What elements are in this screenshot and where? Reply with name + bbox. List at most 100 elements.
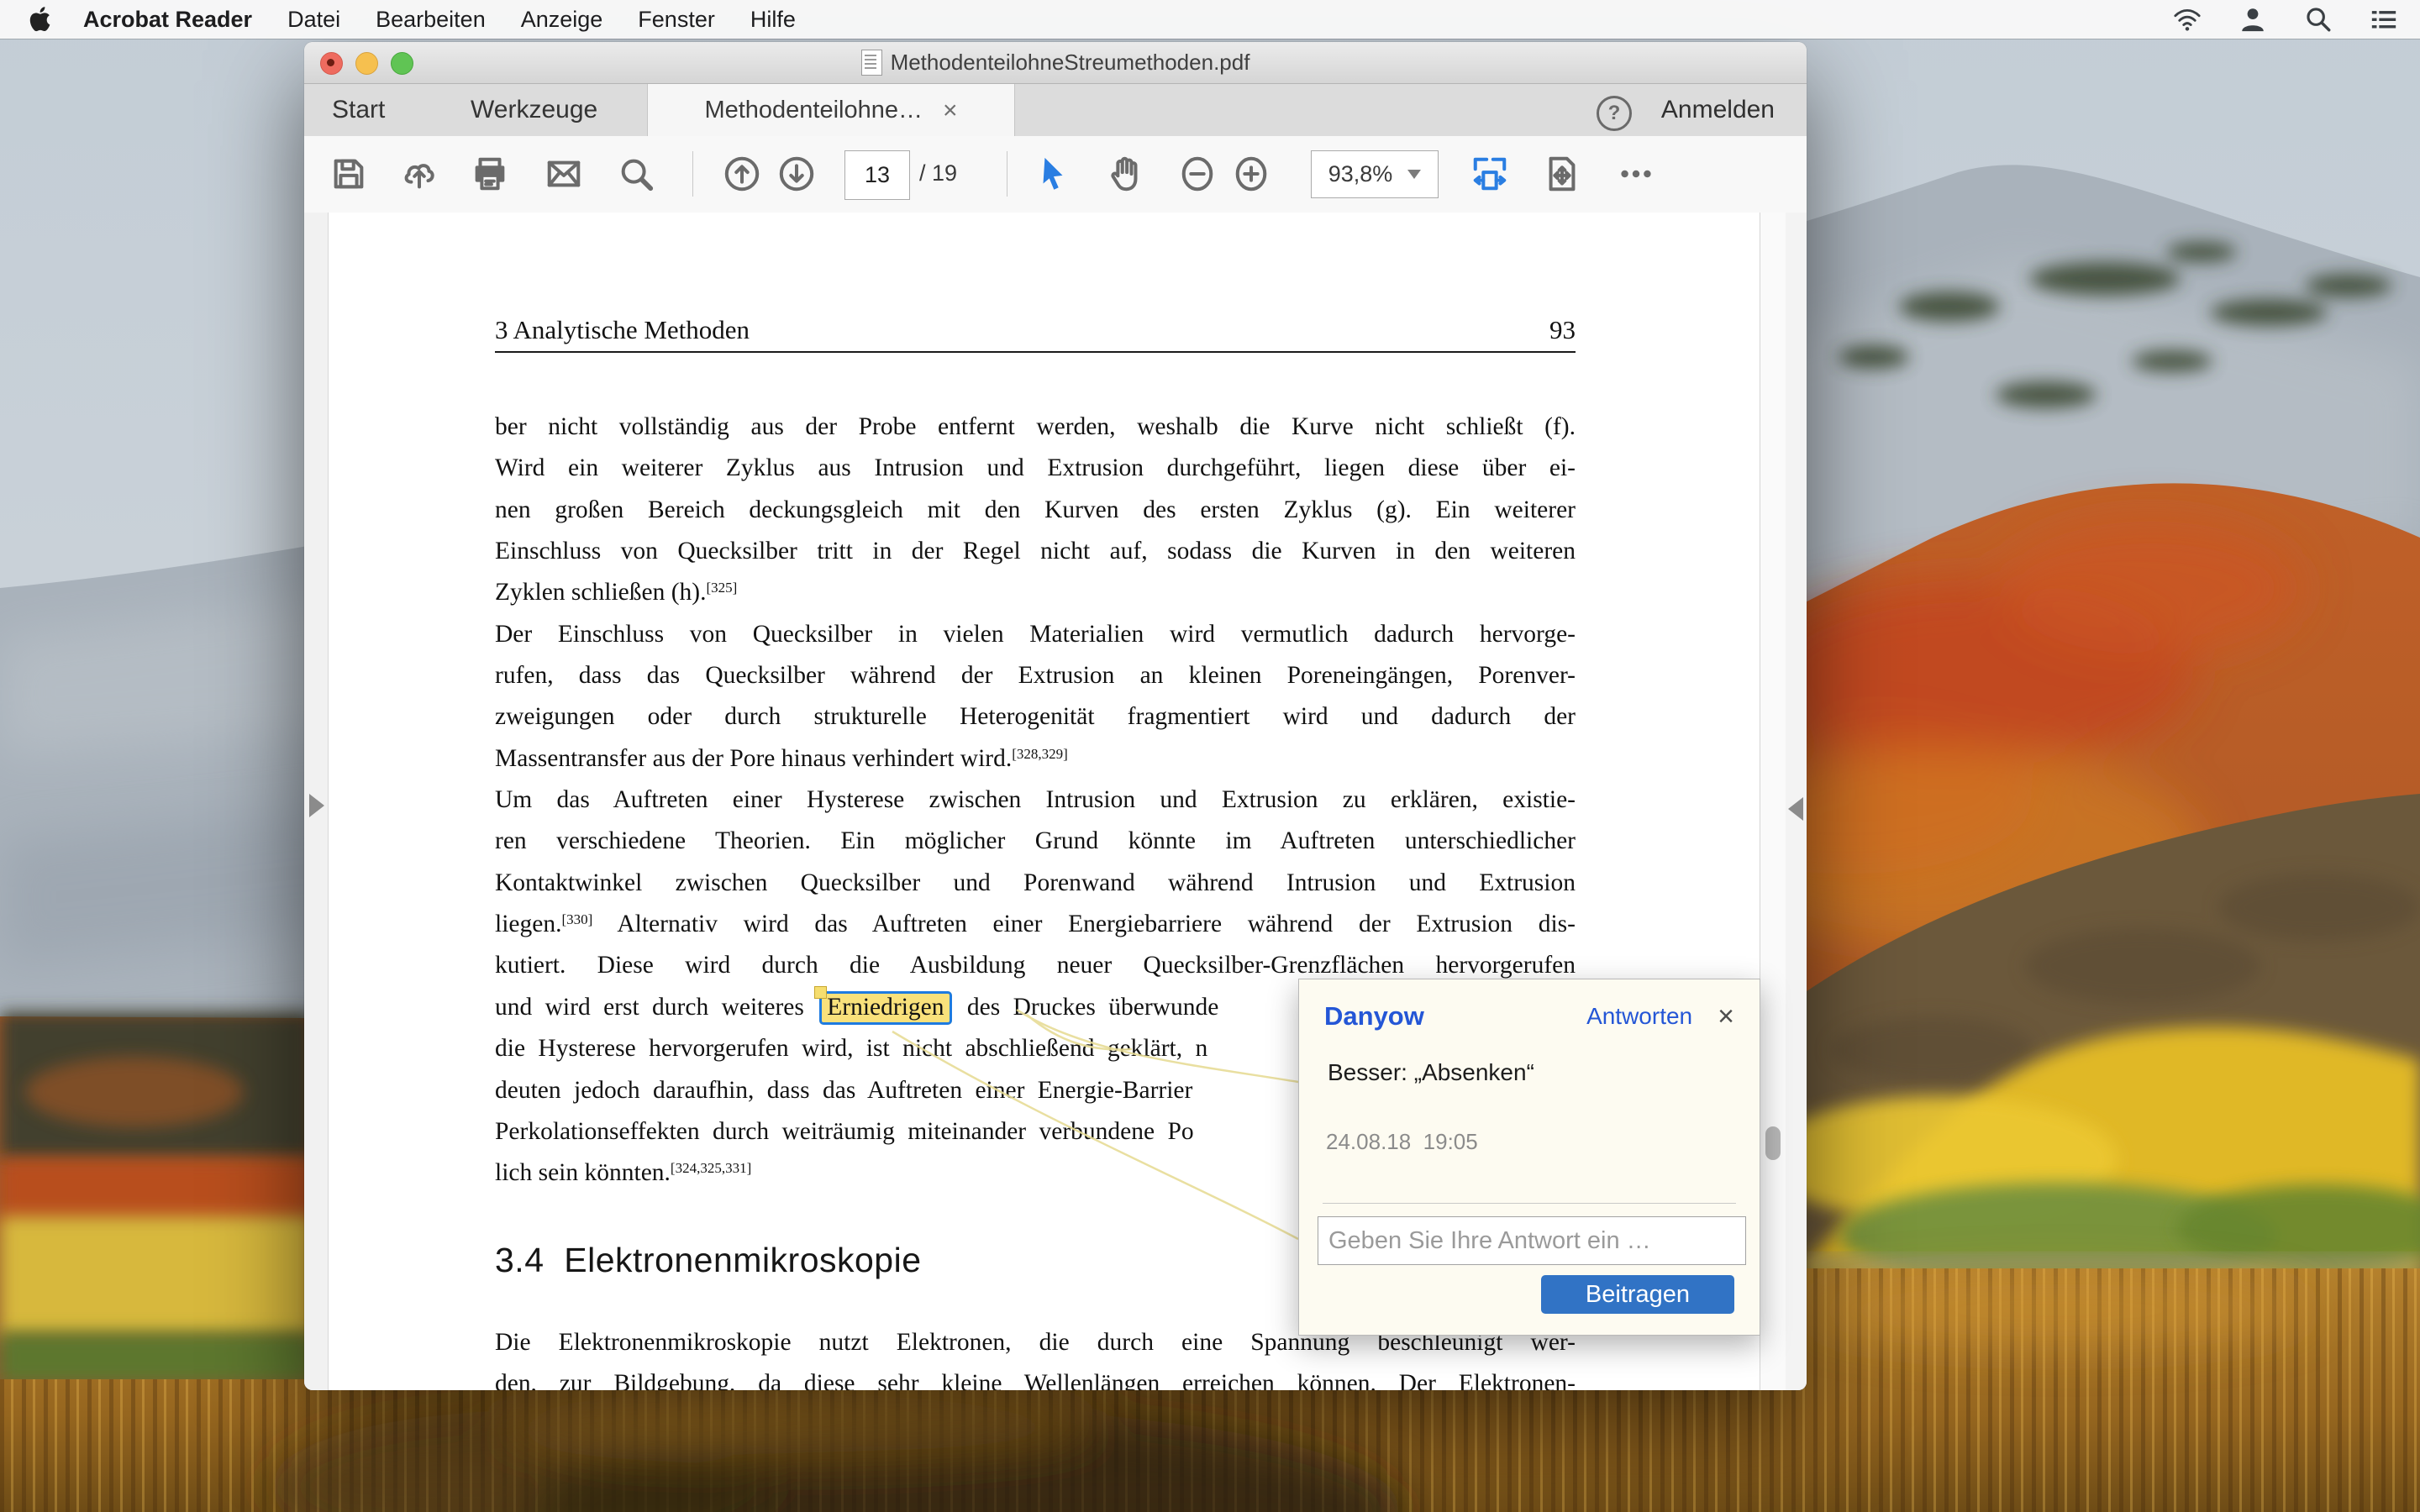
search-icon[interactable] xyxy=(2304,5,2333,34)
ellipsis-icon xyxy=(1617,155,1655,193)
zoom-level-dropdown[interactable]: 93,8% xyxy=(1311,150,1439,198)
section-heading: 3.4 Elektronenmikroskopie xyxy=(495,1241,922,1280)
previous-page-button[interactable] xyxy=(718,150,766,198)
document-text-line: nen großen Bereich deckungsgleich mit de… xyxy=(495,490,1576,531)
menu-bar: Acrobat Reader Datei Bearbeiten Anzeige … xyxy=(0,0,2420,39)
acrobat-window: MethodenteilohneStreumethoden.pdf Start … xyxy=(304,42,1807,1390)
menu-anzeige[interactable]: Anzeige xyxy=(503,7,621,33)
minus-circle-icon xyxy=(1178,155,1217,193)
tab-start[interactable]: Start xyxy=(332,84,385,136)
citation-reference: [325] xyxy=(707,580,738,596)
more-tools-button[interactable] xyxy=(1612,150,1660,198)
cursor-arrow-icon xyxy=(1034,155,1072,193)
select-tool-button[interactable] xyxy=(1028,150,1077,198)
page-number-header: 93 xyxy=(1549,315,1576,345)
document-text-line: Zyklen schließen (h).[325] xyxy=(495,572,1576,613)
reply-link[interactable]: Antworten xyxy=(1586,1003,1692,1030)
hand-icon xyxy=(1106,155,1144,193)
document-text-line: liegen.[330] Alternativ wird das Auftret… xyxy=(495,904,1576,945)
submit-reply-button[interactable]: Beitragen xyxy=(1541,1275,1734,1314)
notification-list-icon[interactable] xyxy=(2370,5,2398,34)
plus-circle-icon xyxy=(1232,155,1270,193)
reply-input[interactable] xyxy=(1318,1216,1746,1265)
help-icon[interactable]: ? xyxy=(1597,96,1632,131)
header-rule xyxy=(495,351,1576,353)
document-text-line: Wird ein weiterer Zyklus aus Intrusion u… xyxy=(495,448,1576,489)
fit-width-icon xyxy=(1470,155,1509,193)
menu-app-name[interactable]: Acrobat Reader xyxy=(66,7,270,33)
document-text-line: Einschluss von Quecksilber tritt in der … xyxy=(495,531,1576,572)
citation-reference: [330] xyxy=(561,911,592,927)
document-text-line: ber nicht vollständig aus der Probe entf… xyxy=(495,407,1576,448)
wifi-icon[interactable] xyxy=(2173,5,2202,34)
page-down-icon xyxy=(777,155,816,193)
document-text-line: zweigungen oder durch strukturelle Heter… xyxy=(495,696,1576,738)
title-bar[interactable]: MethodenteilohneStreumethoden.pdf xyxy=(304,42,1807,84)
document-text-line: Kontaktwinkel zwischen Quecksilber und P… xyxy=(495,863,1576,904)
scrollbar-thumb[interactable] xyxy=(1765,1126,1781,1160)
close-window-button[interactable] xyxy=(320,52,343,75)
page-number-input[interactable] xyxy=(844,150,910,200)
chapter-header: 3 Analytische Methoden xyxy=(495,315,750,345)
fit-width-button[interactable] xyxy=(1465,150,1514,198)
anmelden-button[interactable]: Anmelden xyxy=(1661,84,1775,136)
apple-menu-icon[interactable] xyxy=(29,5,54,34)
expand-comment-pane-icon[interactable] xyxy=(1788,797,1803,821)
hand-tool-button[interactable] xyxy=(1101,150,1150,198)
magnifier-icon xyxy=(617,155,655,193)
comment-body: Besser: „Absenken“ xyxy=(1328,1059,1534,1086)
expand-nav-pane-icon[interactable] xyxy=(309,794,324,817)
envelope-icon xyxy=(544,155,583,193)
user-icon[interactable] xyxy=(2238,5,2267,34)
print-button[interactable] xyxy=(466,150,514,198)
save-button[interactable] xyxy=(324,150,373,198)
zoom-out-button[interactable] xyxy=(1173,150,1222,198)
highlight-annotation[interactable]: Erniedrigen xyxy=(819,991,951,1025)
cloud-upload-icon xyxy=(400,155,439,193)
comment-popup: Danyow Antworten × Besser: „Absenken“ 24… xyxy=(1298,979,1760,1336)
zoom-in-button[interactable] xyxy=(1227,150,1276,198)
nav-pane-collapsed[interactable] xyxy=(304,213,329,1390)
menu-bearbeiten[interactable]: Bearbeiten xyxy=(358,7,503,33)
comment-author: Danyow xyxy=(1324,1001,1424,1032)
tab-document-label: Methodenteilohne… xyxy=(704,97,923,124)
page-total-label: / 19 xyxy=(919,150,957,197)
menu-hilfe[interactable]: Hilfe xyxy=(733,7,813,33)
vertical-scrollbar[interactable] xyxy=(1760,213,1786,1390)
close-icon[interactable]: × xyxy=(1718,1002,1734,1031)
page-up-icon xyxy=(723,155,761,193)
page-running-header: 3 Analytische Methoden 93 xyxy=(495,315,1576,345)
tab-row: Start Werkzeuge Methodenteilohne… × ? An… xyxy=(304,84,1807,137)
printer-icon xyxy=(471,155,509,193)
tab-document[interactable]: Methodenteilohne… × xyxy=(647,84,1015,137)
desktop: Acrobat Reader Datei Bearbeiten Anzeige … xyxy=(0,0,2420,1512)
fit-page-icon xyxy=(1543,155,1581,193)
find-button[interactable] xyxy=(612,150,660,198)
zoom-window-button[interactable] xyxy=(391,52,413,75)
minimize-window-button[interactable] xyxy=(355,52,378,75)
email-button[interactable] xyxy=(539,150,588,198)
pdf-doc-icon xyxy=(861,50,882,76)
document-text-line: rufen, dass das Quecksilber während der … xyxy=(495,655,1576,696)
popup-divider xyxy=(1323,1203,1736,1204)
share-cloud-button[interactable] xyxy=(395,150,444,198)
save-icon xyxy=(329,155,368,193)
citation-reference: [328,329] xyxy=(1012,746,1068,762)
chevron-down-icon xyxy=(1407,170,1421,179)
comment-timestamp: 24.08.18 19:05 xyxy=(1326,1129,1478,1155)
fit-page-button[interactable] xyxy=(1538,150,1586,198)
tab-close-icon[interactable]: × xyxy=(943,98,958,123)
comment-pane-collapsed[interactable] xyxy=(1786,213,1807,1390)
document-text-line: den, zur Bildgebung, da diese sehr klein… xyxy=(495,1363,1576,1390)
citation-reference: [324,325,331] xyxy=(671,1160,751,1176)
menu-fenster[interactable]: Fenster xyxy=(620,7,733,33)
document-text-line: Massentransfer aus der Pore hinaus verhi… xyxy=(495,738,1576,780)
toolbar: / 19 9 xyxy=(304,136,1807,213)
next-page-button[interactable] xyxy=(772,150,821,198)
document-text-line: ren verschiedene Theorien. Ein möglicher… xyxy=(495,821,1576,862)
document-text-line: Der Einschluss von Quecksilber in vielen… xyxy=(495,614,1576,655)
menu-datei[interactable]: Datei xyxy=(270,7,358,33)
window-title: MethodenteilohneStreumethoden.pdf xyxy=(891,50,1250,76)
zoom-level-value: 93,8% xyxy=(1328,161,1393,187)
tab-werkzeuge[interactable]: Werkzeuge xyxy=(471,84,597,136)
